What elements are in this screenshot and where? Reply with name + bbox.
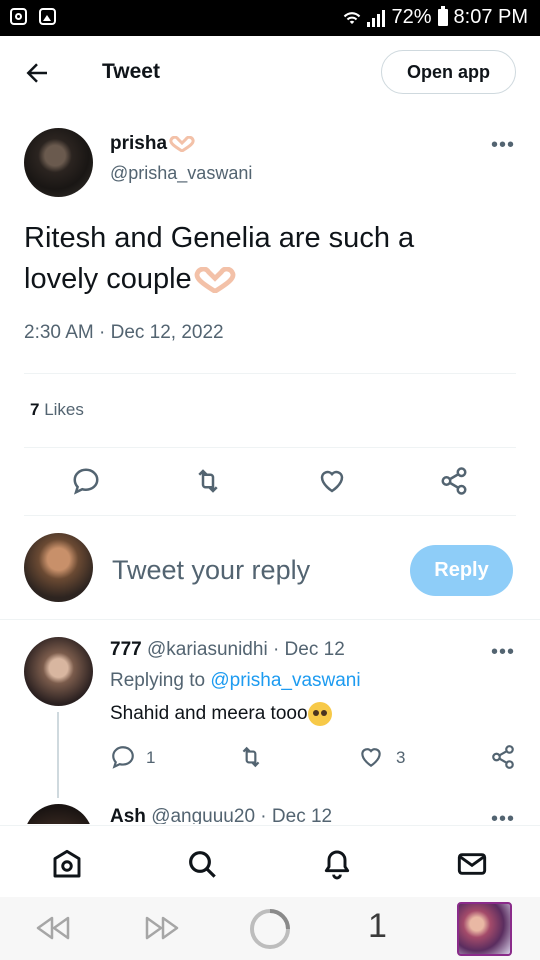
reply-author-name[interactable]: 777 — [110, 639, 142, 660]
clock: 8:07 PM — [453, 6, 528, 28]
more-options-icon[interactable]: ••• — [491, 641, 515, 664]
reply-icon[interactable] — [71, 466, 101, 496]
search-icon[interactable] — [186, 848, 218, 880]
heart-hands-emoji-icon — [194, 267, 236, 294]
back-icon[interactable] — [34, 915, 72, 941]
divider — [24, 515, 516, 516]
share-icon[interactable] — [439, 466, 469, 496]
status-bar: 72% 8:07 PM — [0, 0, 540, 36]
like-icon[interactable] — [358, 744, 384, 770]
reply-text-body: Shahid and meera tooo — [110, 703, 308, 725]
messages-icon[interactable] — [456, 848, 488, 880]
gallery-icon — [39, 8, 56, 25]
bottom-nav — [0, 825, 540, 898]
reply-input[interactable]: Tweet your reply — [112, 555, 310, 586]
current-user-avatar[interactable] — [24, 533, 93, 602]
reply-button[interactable]: Reply — [410, 545, 513, 596]
notifications-icon[interactable] — [321, 848, 353, 880]
like-icon[interactable] — [317, 466, 347, 496]
replying-to-label: Replying to — [110, 670, 206, 691]
reply-actions: 1 3 — [0, 744, 540, 772]
back-arrow-icon[interactable] — [22, 58, 52, 88]
tweet-actions — [0, 466, 540, 498]
home-icon[interactable] — [51, 848, 83, 880]
divider — [0, 619, 540, 620]
likes-count[interactable]: 7 Likes — [30, 400, 84, 420]
author-handle[interactable]: @prisha_vaswani — [110, 163, 252, 184]
author-name[interactable]: prisha — [110, 133, 195, 155]
wifi-icon — [344, 11, 361, 24]
signal-icon — [367, 9, 386, 27]
divider — [24, 373, 516, 374]
divider — [24, 447, 516, 448]
more-options-icon[interactable]: ••• — [491, 134, 515, 157]
reply-header: 777 @kariasunidhi · Dec 12 — [110, 639, 345, 661]
likes-number: 7 — [30, 400, 40, 419]
retweet-icon[interactable] — [238, 744, 264, 770]
reply-author-handle[interactable]: @kariasunidhi — [147, 639, 268, 660]
pleading-face-emoji-icon — [307, 702, 332, 726]
author-avatar[interactable] — [24, 128, 93, 197]
open-app-button[interactable]: Open app — [381, 50, 516, 94]
tweet-timestamp[interactable]: 2:30 AM · Dec 12, 2022 — [24, 322, 224, 344]
instagram-icon — [10, 8, 27, 25]
tweet-text: Ritesh and Genelia are such a lovely cou… — [24, 218, 494, 300]
retweet-icon[interactable] — [193, 466, 223, 496]
top-header: Tweet Open app — [0, 36, 540, 110]
reply-date[interactable]: · Dec 12 — [273, 639, 345, 660]
replying-to-handle[interactable]: @prisha_vaswani — [210, 670, 360, 691]
reply-count: 1 — [146, 748, 156, 767]
forward-icon[interactable] — [143, 915, 181, 941]
share-icon[interactable] — [490, 744, 516, 770]
battery-percent: 72% — [391, 6, 432, 28]
heart-hands-emoji-icon — [169, 135, 195, 152]
page-title: Tweet — [102, 60, 160, 83]
replying-to: Replying to @prisha_vaswani — [110, 670, 361, 692]
reply-text: Shahid and meera tooo — [110, 702, 332, 726]
profile-thumbnail[interactable] — [457, 902, 512, 956]
likes-label: Likes — [44, 400, 84, 419]
reply-icon[interactable] — [110, 744, 136, 770]
reply-avatar[interactable] — [24, 637, 93, 706]
tabs-count[interactable]: 1 — [368, 907, 387, 946]
like-count: 3 — [396, 748, 406, 767]
reload-icon[interactable] — [248, 907, 292, 951]
battery-icon — [437, 6, 448, 26]
author-name-text: prisha — [110, 133, 168, 154]
